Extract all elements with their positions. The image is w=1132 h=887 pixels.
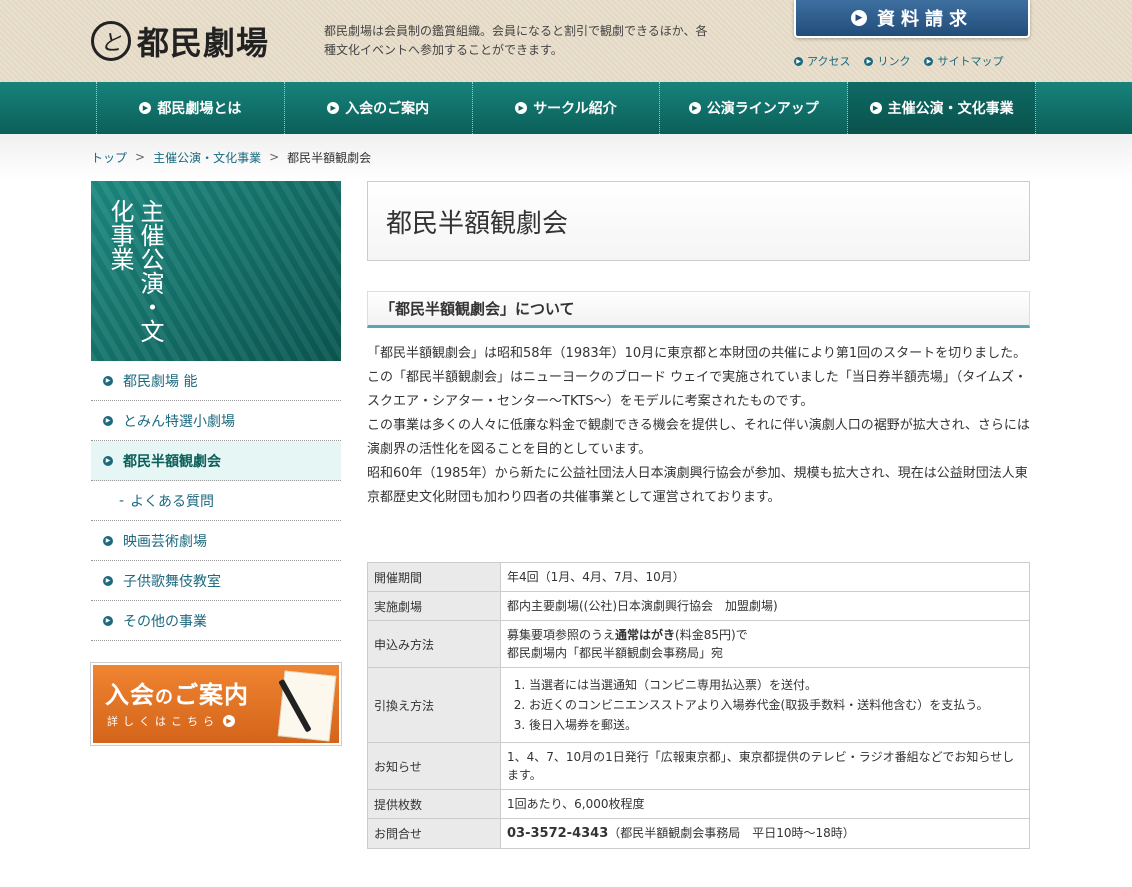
table-row: 引換え方法 当選者には当選通知（コンビニ専用払込票）を送付。 お近くのコンビニエ… (367, 667, 1030, 743)
table-row: お問合せ 03-3572-4343（都民半額観劇会事務局 平日10時～18時） (367, 818, 1030, 849)
table-row: 申込み方法 募集要項参照のうえ通常はがき(料金85円)で 都民劇場内「都民半額観… (367, 620, 1030, 668)
logo-mark-icon: と (91, 21, 131, 61)
chevron-right-icon: ▶ (103, 455, 113, 466)
breadcrumb-separator: > (269, 150, 280, 164)
sidebar-item-small-theater[interactable]: ▶ とみん特選小劇場 (91, 401, 341, 441)
table-row: 開催期間 年4回（1月、4月、7月、10月） (367, 562, 1030, 592)
venue-value: 都内主要劇場((公社)日本演劇興行協会 加盟劇場) (500, 591, 1030, 621)
dash-marker: - (119, 492, 125, 509)
join-banner[interactable]: 入会のご案内 詳しくはこちら ▶ (90, 662, 342, 746)
join-banner-title: 入会のご案内 (105, 681, 249, 709)
site-logo[interactable]: と 都民劇場 (91, 18, 269, 64)
site-header: と 都民劇場 都民劇場は会員制の鑑賞組織。会員になると割引で観劇できるほか、各種… (0, 0, 1132, 82)
notice-value: 1、4、7、10月の1日発行「広報東京都」、東京都提供のテレビ・ラジオ番組などで… (500, 742, 1030, 790)
util-link-sitemap[interactable]: ▶ サイトマップ (924, 53, 1003, 69)
chevron-right-icon: ▶ (515, 102, 528, 114)
exchange-value: 当選者には当選通知（コンビニ専用払込票）を送付。 お近くのコンビニエンスストアよ… (500, 667, 1030, 743)
page-title-box: 都民半額観劇会 (367, 181, 1030, 261)
sidebar-title: 主催公演・文化事業 (106, 199, 164, 343)
sidebar-item-kabuki[interactable]: ▶ 子供歌舞伎教室 (91, 561, 341, 601)
sidebar-item-other[interactable]: ▶ その他の事業 (91, 601, 341, 641)
breadcrumb-separator: > (135, 150, 146, 164)
chevron-right-icon: ▶ (851, 10, 867, 26)
venue-label: 実施劇場 (367, 591, 501, 621)
chevron-right-icon: ▶ (223, 715, 235, 727)
contact-phone[interactable]: 03-3572-4343 (507, 826, 608, 841)
sidebar-item-film[interactable]: ▶ 映画芸術劇場 (91, 521, 341, 561)
apply-value: 募集要項参照のうえ通常はがき(料金85円)で 都民劇場内「都民半額観劇会事務局」… (500, 620, 1030, 668)
page-title: 都民半額観劇会 (386, 208, 569, 239)
table-row: 実施劇場 都内主要劇場((公社)日本演劇興行協会 加盟劇場) (367, 591, 1030, 621)
nav-item-join[interactable]: ▶ 入会のご案内 (285, 82, 473, 134)
util-link-links[interactable]: ▶ リンク (864, 53, 910, 69)
chevron-right-icon: ▶ (327, 102, 340, 114)
join-banner-subtitle: 詳しくはこちら ▶ (107, 713, 235, 729)
chevron-right-icon: ▶ (103, 575, 113, 586)
notice-label: お知らせ (367, 742, 501, 790)
chevron-right-icon: ▶ (103, 375, 113, 386)
chevron-right-icon: ▶ (794, 56, 803, 66)
table-row: 提供枚数 1回あたり、6,000枚程度 (367, 789, 1030, 819)
utility-links: ▶ アクセス ▶ リンク ▶ サイトマップ (794, 53, 1003, 69)
list-item: 当選者には当選通知（コンビニ専用払込票）を送付。 (529, 675, 1023, 695)
breadcrumb-current: 都民半額観劇会 (287, 150, 372, 165)
list-item: 後日入場券を郵送。 (529, 715, 1023, 735)
sidebar-title-panel: 主催公演・文化事業 (91, 181, 341, 361)
util-link-access[interactable]: ▶ アクセス (794, 53, 850, 69)
intro-text: 「都民半額観劇会」は昭和58年（1983年）10月に東京都と本財団の共催により第… (367, 342, 1030, 510)
intro-paragraph: 昭和60年（1985年）から新たに公益社団法人日本演劇興行協会が参加、規模も拡大… (367, 466, 1028, 505)
tickets-value: 1回あたり、6,000枚程度 (500, 789, 1030, 819)
nav-item-lineup[interactable]: ▶ 公演ラインアップ (660, 82, 849, 134)
nav-item-events[interactable]: ▶ 主催公演・文化事業 (848, 82, 1036, 134)
exchange-label: 引換え方法 (367, 667, 501, 743)
apply-label: 申込み方法 (367, 620, 501, 668)
logo-text: 都民劇場 (137, 24, 270, 62)
sidebar-item-noh[interactable]: ▶ 都民劇場 能 (91, 361, 341, 401)
info-table: 開催期間 年4回（1月、4月、7月、10月） 実施劇場 都内主要劇場((公社)日… (367, 562, 1030, 849)
contact-note: （都民半額観劇会事務局 平日10時～18時） (608, 826, 855, 840)
chevron-right-icon: ▶ (688, 102, 701, 114)
nav-item-circles[interactable]: ▶ サークル紹介 (473, 82, 661, 134)
fountain-pen-icon (277, 670, 337, 742)
breadcrumb: トップ > 主催公演・文化事業 > 都民半額観劇会 (0, 134, 1132, 180)
chevron-right-icon: ▶ (864, 56, 874, 66)
nav-item-about[interactable]: ▶ 都民劇場とは (97, 82, 285, 134)
contact-label: お問合せ (367, 818, 501, 849)
period-label: 開催期間 (367, 562, 501, 592)
intro-paragraph: この事業は多くの人々に低廉な料金で観劇できる機会を提供し、それに伴い演劇人口の裾… (367, 418, 1030, 457)
chevron-right-icon: ▶ (103, 535, 113, 546)
global-nav: ▶ 都民劇場とは ▶ 入会のご案内 ▶ サークル紹介 ▶ 公演ラインアップ ▶ 主催公演・… (0, 82, 1132, 134)
breadcrumb-top[interactable]: トップ (91, 149, 127, 166)
intro-paragraph: 「都民半額観劇会」は昭和58年（1983年）10月に東京都と本財団の共催により第… (367, 346, 1027, 409)
site-tagline: 都民劇場は会員制の鑑賞組織。会員になると割引で観劇できるほか、各種文化イベントへ… (324, 24, 708, 57)
contact-value: 03-3572-4343（都民半額観劇会事務局 平日10時～18時） (500, 818, 1030, 849)
list-item: お近くのコンビニエンスストアより入場券代金(取扱手数料・送料他含む）を支払う。 (529, 695, 1023, 715)
sidebar-menu: ▶ 都民劇場 能 ▶ とみん特選小劇場 ▶ 都民半額観劇会 - よくある質問 ▶ 映画芸術… (91, 361, 341, 641)
chevron-right-icon: ▶ (139, 102, 152, 114)
section-title: 「都民半額観劇会」について (367, 291, 1030, 328)
chevron-right-icon: ▶ (869, 102, 882, 114)
table-row: お知らせ 1、4、7、10月の1日発行「広報東京都」、東京都提供のテレビ・ラジオ… (367, 742, 1030, 790)
sidebar-item-faq[interactable]: - よくある質問 (91, 481, 341, 521)
period-value: 年4回（1月、4月、7月、10月） (500, 562, 1030, 592)
sidebar-item-half-price[interactable]: ▶ 都民半額観劇会 (91, 441, 341, 481)
request-materials-button[interactable]: ▶ 資料請求 (794, 0, 1030, 38)
chevron-right-icon: ▶ (103, 615, 113, 626)
breadcrumb-events[interactable]: 主催公演・文化事業 (153, 149, 261, 166)
chevron-right-icon: ▶ (103, 415, 113, 426)
exchange-steps: 当選者には当選通知（コンビニ専用払込票）を送付。 お近くのコンビニエンスストアよ… (507, 675, 1023, 735)
request-materials-label: 資料請求 (877, 9, 973, 30)
main-content: 都民半額観劇会 「都民半額観劇会」について 「都民半額観劇会」は昭和58年（19… (367, 181, 1030, 849)
chevron-right-icon: ▶ (924, 56, 934, 66)
sidebar: 主催公演・文化事業 ▶ 都民劇場 能 ▶ とみん特選小劇場 ▶ 都民半額観劇会 - よく… (90, 181, 342, 746)
tickets-label: 提供枚数 (367, 789, 501, 819)
